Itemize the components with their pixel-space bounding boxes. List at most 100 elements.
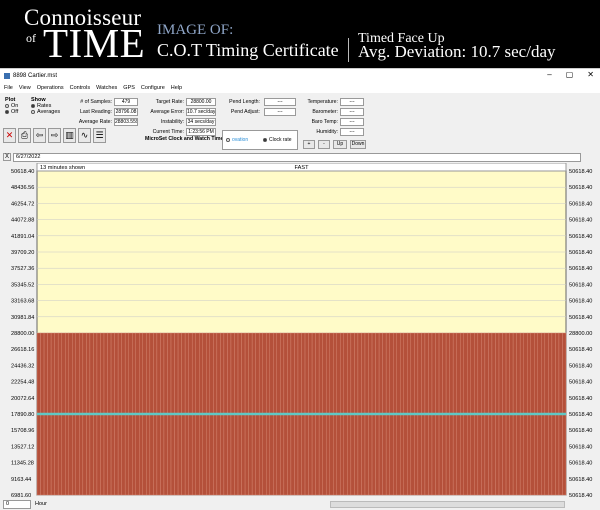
toolbar: ✕ ⎙ ⇦ ⇨ ▥ ∿ ☰ <box>3 128 106 143</box>
y-tick-label-right: 50618.40 <box>569 315 592 321</box>
menu-help[interactable]: Help <box>171 85 182 91</box>
menu-file[interactable]: File <box>4 85 13 91</box>
close-icon[interactable]: ✕ <box>587 70 594 79</box>
minimize-icon[interactable]: – <box>547 70 551 79</box>
menu-watches[interactable]: Watches <box>96 85 117 91</box>
show-group: Show Rates Averages <box>31 97 71 115</box>
y-tick-label-right: 50618.40 <box>569 461 592 467</box>
y-tick-label-right: 50618.40 <box>569 412 592 418</box>
y-tick-label-right: 50618.40 <box>569 299 592 305</box>
chart-header-left: 13 minutes shown <box>40 165 85 171</box>
y-tick-label-right: 50618.40 <box>569 380 592 386</box>
hour-unit-label: Hour <box>35 501 47 507</box>
y-tick-label-right: 50618.40 <box>569 347 592 353</box>
y-tick-label-right: 50618.40 <box>569 266 592 272</box>
radio-icon <box>5 103 9 108</box>
certificate-title: C.O.T Timing Certificate <box>157 40 339 60</box>
y-tick-label-right: 28800.00 <box>569 331 592 337</box>
menu-configure[interactable]: Configure <box>141 85 165 91</box>
average-rate-value: 28803.559 <box>114 118 138 126</box>
maximize-icon[interactable]: ▢ <box>566 70 574 79</box>
minus-button[interactable]: - <box>318 140 330 149</box>
bar-chart-icon[interactable]: ▥ <box>63 128 76 143</box>
y-tick-label: 9163.44 <box>11 477 31 483</box>
y-tick-label: 28800.00 <box>11 331 34 337</box>
up-button[interactable]: Up <box>333 140 347 149</box>
app-window: 8898 Cartier.mst – ▢ ✕ File View Operati… <box>0 68 600 510</box>
temperature-label: Temperature: <box>307 99 338 105</box>
last-reading-label: Last Reading: <box>79 109 112 115</box>
horizontal-scrollbar[interactable] <box>330 501 565 508</box>
rate-chart: 13 minutes shown FAST 50618.40 50618.40 4843… <box>0 163 600 501</box>
barometer-label: Barometer: <box>312 109 338 115</box>
menu-controls[interactable]: Controls <box>70 85 90 91</box>
pend-length-label: Pend Length: <box>229 99 260 105</box>
instability-label: Instability: <box>160 119 184 125</box>
date-bar: X 6/27/2022 <box>0 152 600 163</box>
y-tick-label: 24436.32 <box>11 363 34 369</box>
scroll-right-icon[interactable]: ⇨ <box>48 128 61 143</box>
y-tick-label: 15708.96 <box>11 428 34 434</box>
y-tick-label-right: 50618.40 <box>569 363 592 369</box>
y-tick-label-right: 50618.40 <box>569 250 592 256</box>
radio-selected-icon <box>5 109 9 114</box>
plot-off-label: Off <box>11 109 19 115</box>
y-tick-label: 13527.12 <box>11 444 34 450</box>
line-chart-icon[interactable]: ∿ <box>78 128 91 143</box>
baro-temp-label: Baro Temp: <box>311 119 338 125</box>
humidity-label: Humidity: <box>316 129 338 135</box>
target-rate-value[interactable]: 28800.00 <box>186 98 216 106</box>
plot-off-radio[interactable]: Off <box>5 109 27 115</box>
rate-mode-box: ovation Clock rate <box>222 130 298 150</box>
menu-gps[interactable]: GPS <box>123 85 135 91</box>
average-error-value: 10.7 sec/day <box>186 108 216 116</box>
y-tick-label: 20072.64 <box>11 396 34 402</box>
target-rate-label: Target Rate: <box>155 99 184 105</box>
y-tick-label: 22254.48 <box>11 380 34 386</box>
app-icon <box>4 73 10 79</box>
plus-button[interactable]: + <box>303 140 315 149</box>
plot-group: Plot On Off <box>5 97 27 115</box>
y-tick-label: 41891.04 <box>11 234 34 240</box>
clock-rate-radio[interactable]: Clock rate <box>263 137 292 143</box>
temperature-value: --- <box>340 98 364 106</box>
y-tick-label-right: 50618.40 <box>569 444 592 450</box>
y-tick-label-right: 50618.40 <box>569 169 592 175</box>
last-reading-value: 28796.08 <box>114 108 138 116</box>
ovation-radio[interactable]: ovation <box>226 137 248 143</box>
y-tick-label: 48436.56 <box>11 185 34 191</box>
y-tick-label: 35345.52 <box>11 282 34 288</box>
show-averages-radio[interactable]: Averages <box>31 109 71 115</box>
ovation-label: ovation <box>232 137 249 143</box>
title-bar: 8898 Cartier.mst – ▢ ✕ <box>0 69 600 83</box>
menu-operations[interactable]: Operations <box>37 85 64 91</box>
y-tick-label: 11345.28 <box>11 461 34 467</box>
window-title: 8898 Cartier.mst <box>13 73 58 79</box>
hour-field[interactable]: 0 <box>3 500 31 509</box>
instability-value: 34 secs/day <box>186 118 216 126</box>
clock-rate-label: Clock rate <box>269 137 292 143</box>
y-tick-label: 46254.72 <box>11 201 34 207</box>
samples-value: 479 <box>114 98 138 106</box>
printer-icon[interactable]: ⎙ <box>18 128 31 143</box>
y-tick-label-right: 50618.40 <box>569 201 592 207</box>
date-field[interactable]: 6/27/2022 <box>13 153 581 162</box>
average-error-label: Average Error: <box>150 109 184 115</box>
y-tick-label: 37527.36 <box>11 266 34 272</box>
y-tick-label-right: 50618.40 <box>569 185 592 191</box>
current-time-value: 1:23:56 PM <box>186 128 216 136</box>
lines-icon[interactable]: ☰ <box>93 128 106 143</box>
down-button[interactable]: Down <box>350 140 366 149</box>
menu-view[interactable]: View <box>19 85 31 91</box>
brand-of: of <box>26 31 36 45</box>
radio-icon <box>31 109 35 114</box>
average-rate-label: Average Rate: <box>78 119 112 125</box>
y-tick-label: 50618.40 <box>11 169 34 175</box>
certificate-banner: Connoisseur of TIME IMAGE OF: C.O.T Timi… <box>0 0 600 68</box>
clear-date-button[interactable]: X <box>3 153 11 161</box>
scroll-left-icon[interactable]: ⇦ <box>33 128 46 143</box>
control-panel: Plot On Off Show Rates Averages # of Sam… <box>0 94 600 152</box>
stop-icon[interactable]: ✕ <box>3 128 16 143</box>
y-tick-label: 33163.68 <box>11 299 34 305</box>
microset-label: MicroSet Clock and Watch Timer <box>145 136 226 142</box>
